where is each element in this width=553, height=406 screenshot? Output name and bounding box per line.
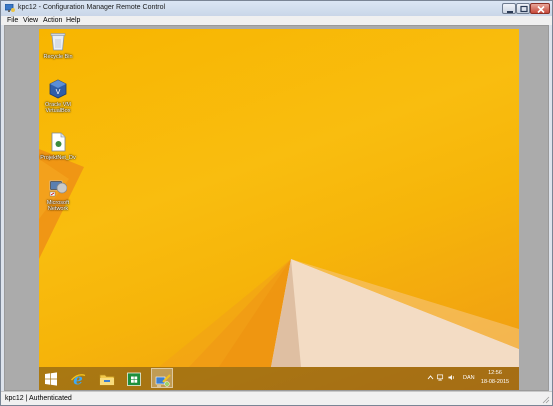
taskbar-file-explorer[interactable] xyxy=(96,368,118,388)
taskbar-internet-explorer[interactable]: e xyxy=(67,368,89,388)
close-icon xyxy=(537,5,545,14)
input-language[interactable]: DAN xyxy=(463,375,475,381)
virtualbox-icon: V xyxy=(49,79,67,99)
menu-bar: File View Action Help xyxy=(1,16,552,25)
maximize-button[interactable] xyxy=(516,3,530,14)
desktop-icon-label: ProjektNet_Dv xyxy=(40,155,76,161)
title-bar[interactable]: kpc12 - Configuration Manager Remote Con… xyxy=(1,1,552,16)
store-icon xyxy=(127,372,141,386)
document-icon xyxy=(51,132,66,152)
clock-date: 18-08-2015 xyxy=(480,379,510,385)
windows-logo-icon xyxy=(45,372,57,386)
menu-view[interactable]: View xyxy=(23,17,38,24)
minimize-icon xyxy=(507,11,513,13)
remote-control-window: kpc12 - Configuration Manager Remote Con… xyxy=(0,0,553,406)
taskbar-store[interactable] xyxy=(123,368,145,388)
network-icon xyxy=(49,180,67,197)
close-button[interactable] xyxy=(530,3,550,14)
remote-control-app-icon xyxy=(5,4,15,12)
resize-grip-icon[interactable] xyxy=(541,395,550,404)
remote-control-icon xyxy=(155,374,171,387)
remote-desktop[interactable]: Recycle Bin V Oracle VM VirtualBox Proje… xyxy=(39,29,519,390)
taskbar-remote-control[interactable] xyxy=(151,368,173,388)
desktop-wallpaper xyxy=(39,149,519,367)
desktop-icon-label: Oracle VM VirtualBox xyxy=(45,102,71,114)
remote-viewport[interactable]: Recycle Bin V Oracle VM VirtualBox Proje… xyxy=(4,25,549,391)
start-button[interactable] xyxy=(40,368,62,388)
ie-icon: e xyxy=(71,371,86,387)
recycle-bin-icon xyxy=(50,33,66,51)
menu-action[interactable]: Action xyxy=(43,17,62,24)
svg-text:V: V xyxy=(56,88,61,96)
svg-text:e: e xyxy=(73,371,83,387)
status-text: kpc12 | Authenticated xyxy=(5,395,72,402)
desktop-icon-label: Microsoft Network xyxy=(46,200,70,212)
minimize-button[interactable] xyxy=(502,3,516,14)
desktop-icon-label: Recycle Bin xyxy=(43,54,73,60)
network-status-icon[interactable] xyxy=(437,374,444,381)
folder-icon xyxy=(99,374,115,386)
maximize-icon xyxy=(520,5,528,13)
clock-time: 12:56 xyxy=(488,370,502,376)
window-title: kpc12 - Configuration Manager Remote Con… xyxy=(18,4,166,11)
show-hidden-icons-icon[interactable] xyxy=(427,374,434,381)
status-bar: kpc12 | Authenticated xyxy=(1,391,552,405)
taskbar: e DAN 12:56 18-08-2015 xyxy=(39,367,519,390)
menu-help[interactable]: Help xyxy=(66,17,80,24)
speaker-icon[interactable] xyxy=(448,374,455,381)
menu-file[interactable]: File xyxy=(7,17,18,24)
